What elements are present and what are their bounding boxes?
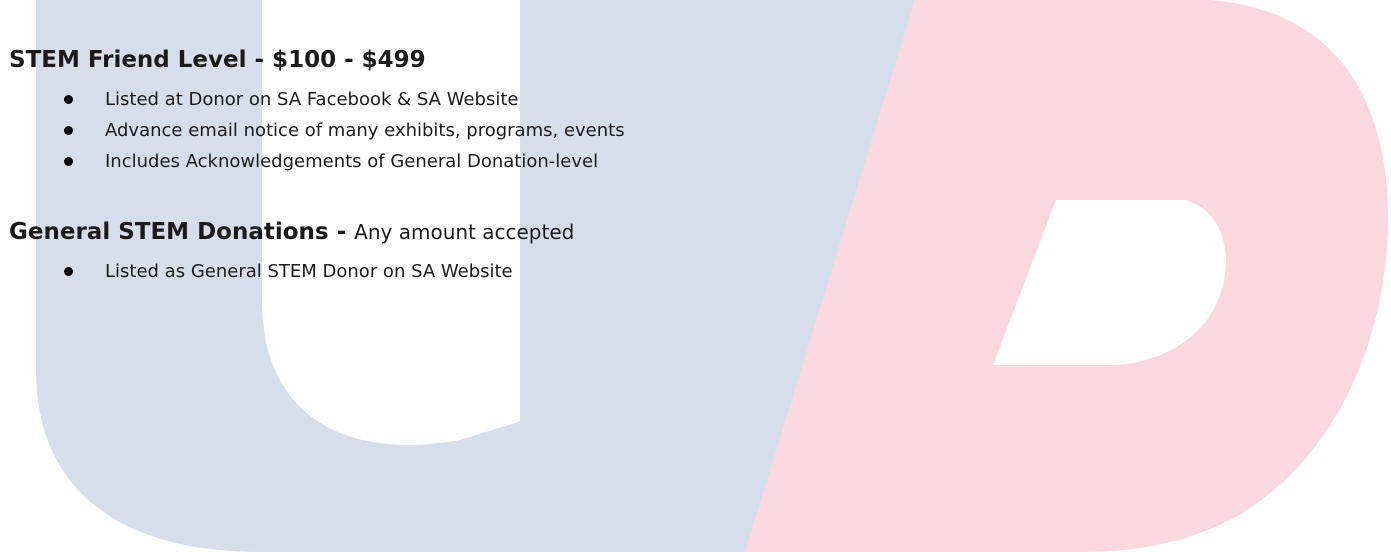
bullet-dot-icon [64,126,73,135]
bullet-dot-icon [64,157,73,166]
heading-text: STEM Friend Level - $100 - $499 [9,47,426,73]
list-item: Includes Acknowledgements of General Don… [0,146,625,177]
general-stem-benefits-list: Listed as General STEM Donor on SA Websi… [0,256,513,287]
stem-friend-level-heading: STEM Friend Level - $100 - $499 [9,45,426,75]
general-stem-donations-heading: General STEM Donations - Any amount acce… [9,217,574,247]
bullet-dot-icon [64,95,73,104]
heading-suffix: Any amount accepted [354,220,575,244]
list-item-text: Advance email notice of many exhibits, p… [105,120,625,141]
list-item: Listed at Donor on SA Facebook & SA Webs… [0,84,625,115]
bullet-dot-icon [64,267,73,276]
heading-text: General STEM Donations - [9,219,355,245]
donation-levels-content: STEM Friend Level - $100 - $499 Listed a… [0,0,1391,552]
list-item: Advance email notice of many exhibits, p… [0,115,625,146]
stem-friend-benefits-list: Listed at Donor on SA Facebook & SA Webs… [0,84,625,177]
list-item-text: Listed as General STEM Donor on SA Websi… [105,261,513,282]
list-item-text: Listed at Donor on SA Facebook & SA Webs… [105,89,519,110]
list-item-text: Includes Acknowledgements of General Don… [105,151,599,172]
list-item: Listed as General STEM Donor on SA Websi… [0,256,513,287]
